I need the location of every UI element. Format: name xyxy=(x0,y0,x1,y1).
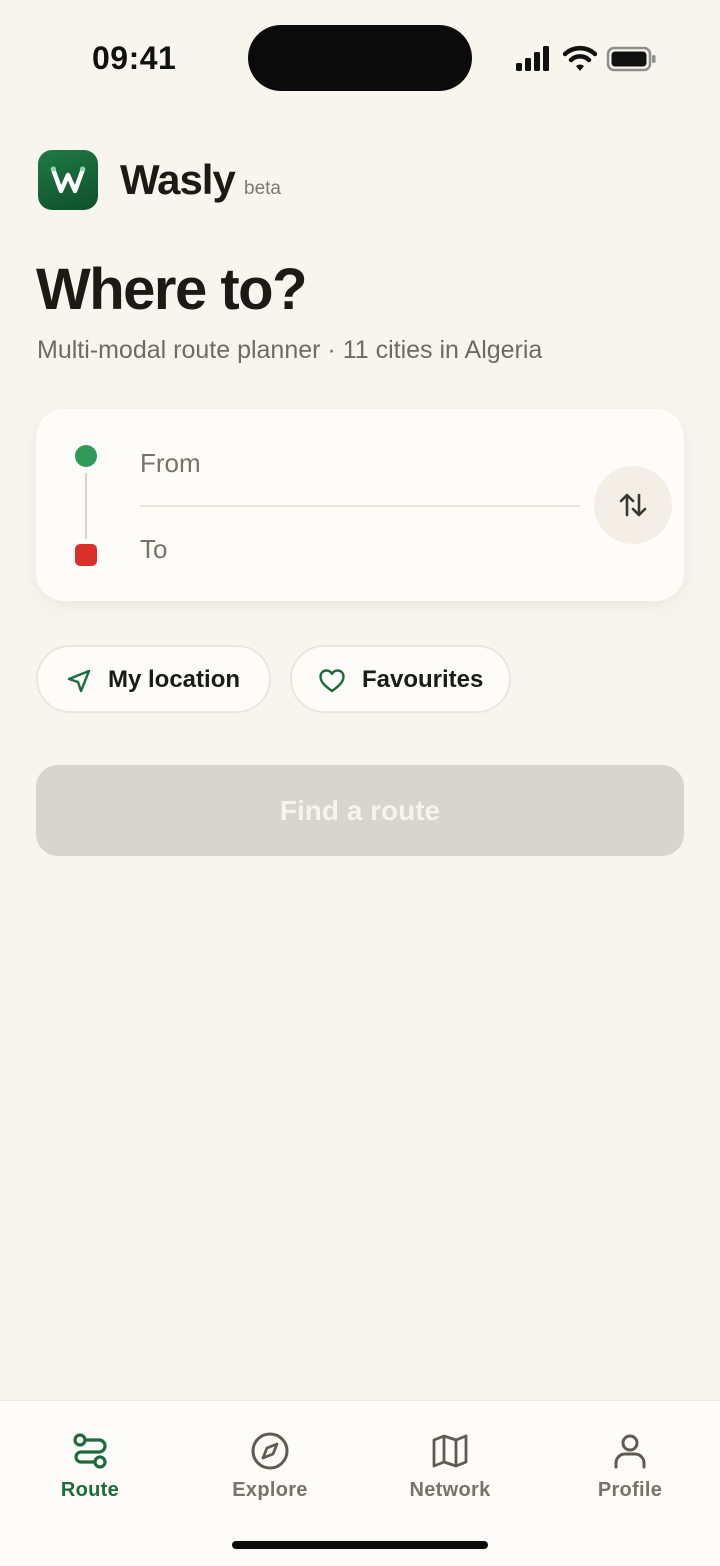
tab-network[interactable]: Network xyxy=(360,1431,540,1511)
app-header: Wasly beta xyxy=(38,150,438,210)
my-location-label: My location xyxy=(108,666,241,693)
find-route-button[interactable]: Find a route xyxy=(36,765,684,856)
tab-explore-label: Explore xyxy=(232,1479,308,1501)
dynamic-island xyxy=(248,25,472,91)
page-subtitle: Multi-modal route planner · 11 cities in… xyxy=(37,336,543,364)
status-bar: 09:41 xyxy=(0,0,720,110)
favourites-button[interactable]: Favourites xyxy=(290,645,511,713)
route-connector-line xyxy=(85,473,87,539)
compass-icon xyxy=(251,1432,289,1470)
from-input[interactable] xyxy=(140,443,580,483)
map-icon xyxy=(432,1434,468,1468)
person-icon xyxy=(614,1434,646,1469)
tab-bar: Route Explore Network Profile xyxy=(0,1400,720,1566)
status-icons xyxy=(514,44,659,74)
origin-marker-icon xyxy=(75,445,97,467)
tab-profile[interactable]: Profile xyxy=(540,1431,720,1511)
tab-route[interactable]: Route xyxy=(0,1431,180,1511)
swap-button[interactable] xyxy=(594,466,672,544)
navigation-arrow-icon xyxy=(67,669,91,693)
home-indicator xyxy=(232,1541,488,1549)
signal-icon xyxy=(516,46,549,71)
battery-icon xyxy=(606,46,656,72)
tab-route-label: Route xyxy=(60,1479,120,1501)
wifi-icon xyxy=(563,45,597,71)
tab-explore[interactable]: Explore xyxy=(180,1431,360,1511)
wasly-logo-icon xyxy=(38,150,98,210)
field-divider xyxy=(140,505,580,507)
page-title: Where to? xyxy=(36,257,308,322)
my-location-button[interactable]: My location xyxy=(36,645,271,713)
swap-vertical-icon xyxy=(619,493,647,517)
tab-network-label: Network xyxy=(409,1479,491,1501)
route-icon xyxy=(73,1433,107,1469)
app-name: Wasly xyxy=(120,156,236,203)
heart-icon xyxy=(319,669,345,693)
favourites-label: Favourites xyxy=(362,666,484,693)
destination-marker-icon xyxy=(75,544,97,566)
beta-badge: beta xyxy=(244,178,281,199)
to-input[interactable] xyxy=(140,529,580,569)
route-input-card xyxy=(36,409,684,601)
status-time: 09:41 xyxy=(92,40,177,76)
tab-profile-label: Profile xyxy=(597,1479,663,1501)
